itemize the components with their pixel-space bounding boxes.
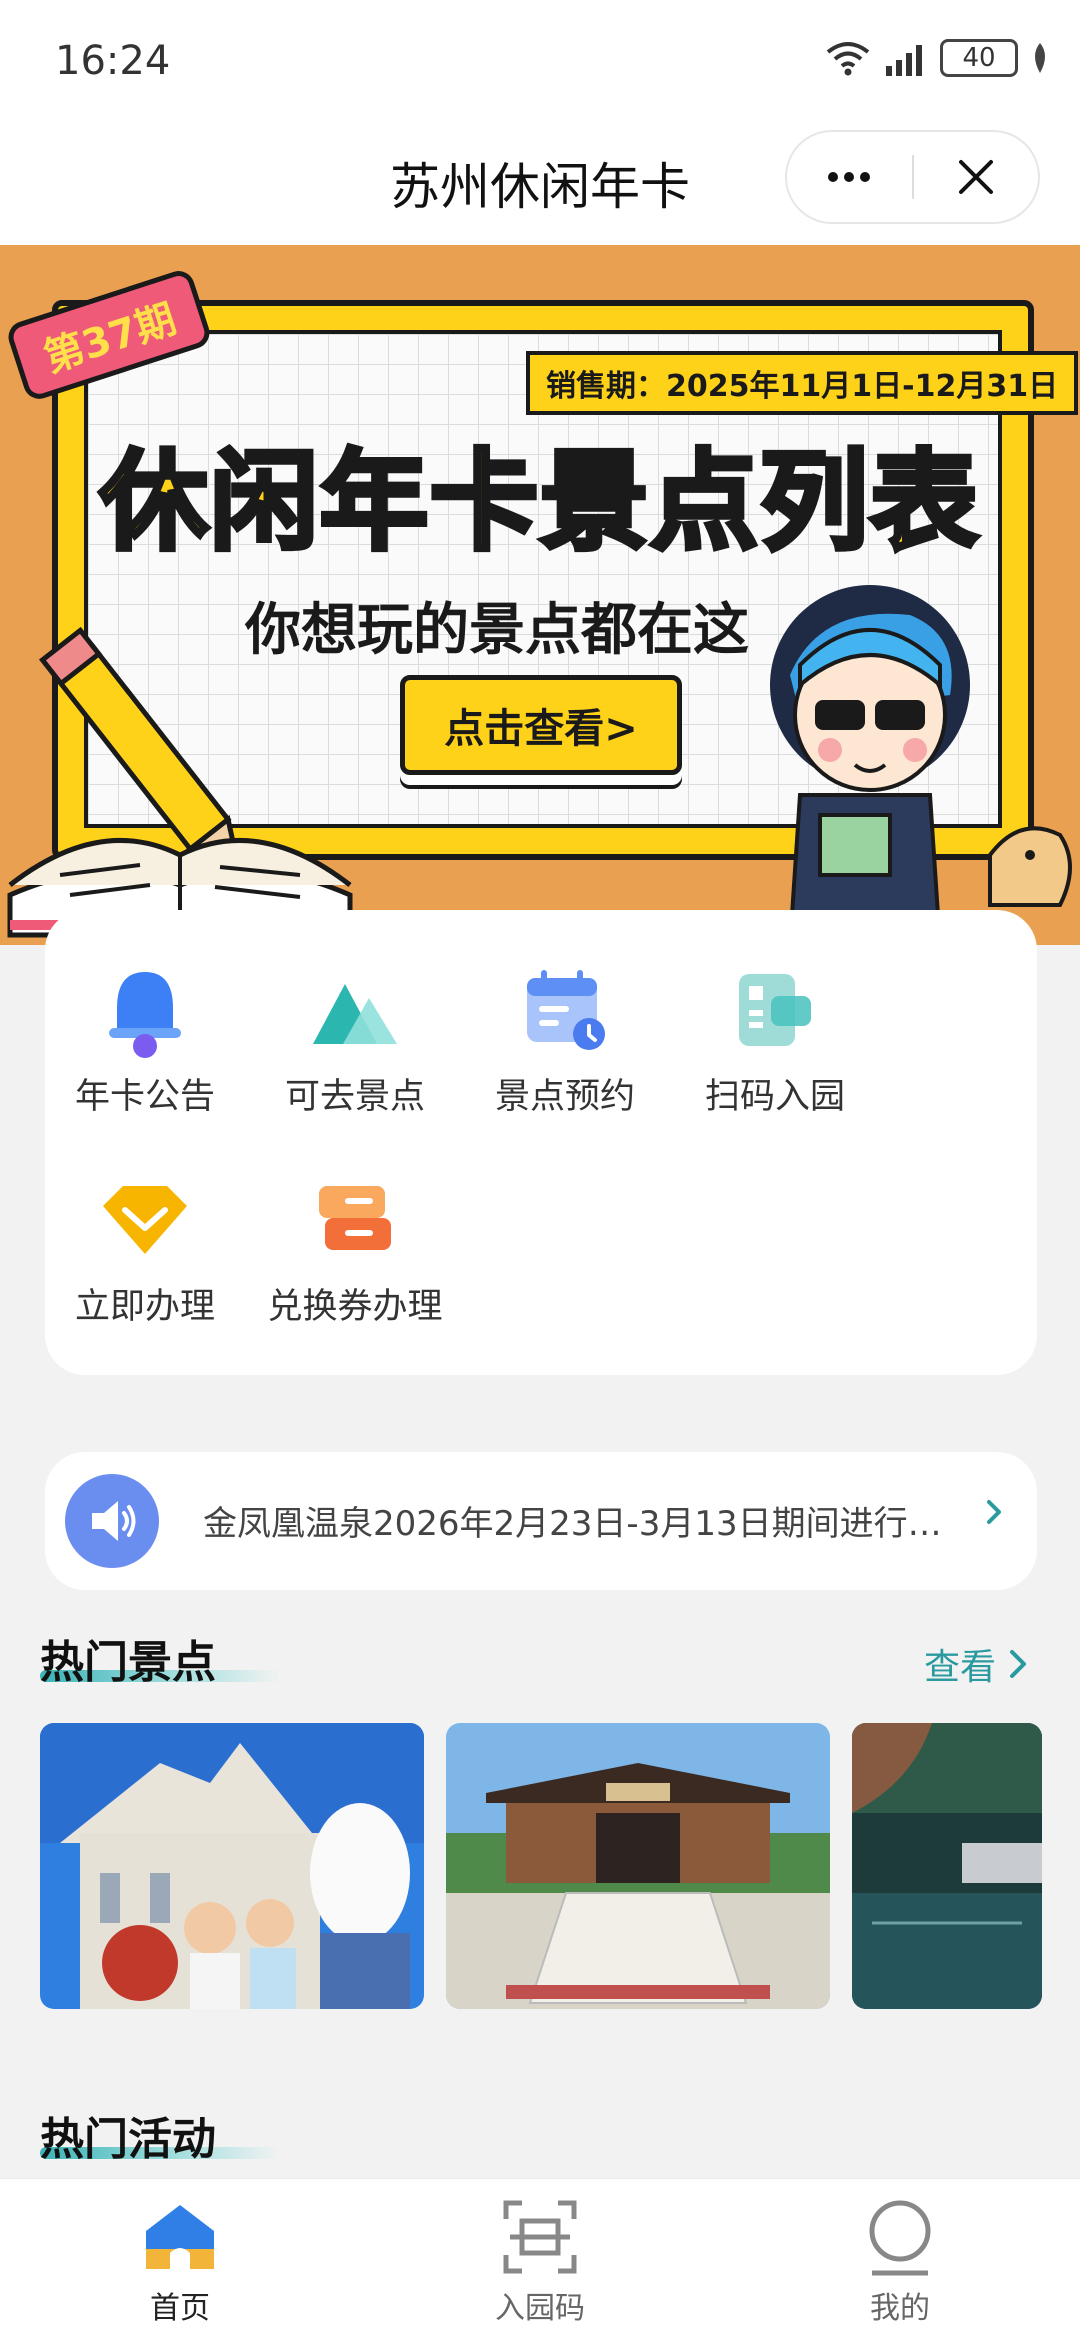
view-more-label: 查看	[923, 1647, 996, 1688]
quick-menu-card: 年卡公告 可去景点 景点预约 扫码入园 立即办理 兑换券办理	[45, 910, 1037, 1375]
diamond-icon	[95, 1170, 195, 1270]
tab-label: 入园码	[495, 2291, 585, 2326]
battery-indicator: 40	[940, 39, 1018, 77]
chevron-right-icon	[983, 1492, 1007, 1536]
hot-events-title: 热门活动	[40, 2114, 216, 2165]
close-icon	[958, 160, 993, 194]
banner-title: 休闲年卡景点列表	[97, 438, 980, 568]
notice-text: 金凤凰温泉2026年2月23日-3月13日期间进行设备检修	[203, 1504, 963, 1544]
bell-icon	[95, 960, 195, 1060]
menu-label: 兑换券办理	[267, 1287, 443, 1327]
menu-item-coupon[interactable]: 兑换券办理	[255, 1170, 455, 1329]
scan-code-icon	[500, 2197, 580, 2277]
status-bar: 16:24 40	[0, 0, 1080, 125]
nav-bar: 苏州休闲年卡	[0, 125, 1080, 245]
menu-label: 年卡公告	[74, 1077, 215, 1117]
hot-spots-title: 热门景点	[40, 1637, 216, 1688]
menu-item-attractions[interactable]: 可去景点	[255, 960, 455, 1119]
boy-character-illustration	[770, 585, 1072, 945]
menu-label: 景点预约	[494, 1077, 635, 1117]
spot-card[interactable]	[40, 1723, 424, 2009]
menu-item-scan-entry[interactable]: 扫码入园	[675, 960, 875, 1119]
spot-photo	[446, 1723, 830, 2009]
user-icon	[860, 2197, 940, 2277]
view-more-link[interactable]: 查看	[924, 1638, 1030, 1690]
menu-item-reservation[interactable]: 景点预约	[465, 960, 665, 1119]
speaker-icon	[65, 1474, 159, 1568]
chevron-right-icon	[1010, 1650, 1026, 1678]
menu-label: 立即办理	[74, 1287, 215, 1327]
tab-home[interactable]: 首页	[80, 2197, 280, 2327]
promo-banner[interactable]: 第37期 销售期：2025年11月1日-12月31日 休闲年卡景点列表 你想玩的…	[0, 245, 1080, 945]
close-button[interactable]	[914, 132, 1039, 222]
banner-view-button[interactable]: 点击查看>	[400, 675, 682, 775]
status-time: 16:24	[55, 38, 171, 84]
notice-bar[interactable]: 金凤凰温泉2026年2月23日-3月13日期间进行设备检修	[45, 1452, 1037, 1590]
home-icon	[140, 2197, 220, 2277]
mini-program-capsule	[785, 130, 1040, 224]
more-icon	[828, 172, 871, 182]
menu-label: 可去景点	[284, 1077, 425, 1117]
bottom-tab-bar: 首页 入园码 我的	[0, 2178, 1080, 2331]
signal-icon	[886, 45, 922, 76]
mountain-icon	[305, 960, 405, 1060]
tab-label: 首页	[150, 2291, 210, 2326]
spot-photo	[852, 1723, 1042, 2009]
calendar-icon	[515, 960, 615, 1060]
spot-card[interactable]	[446, 1723, 830, 2009]
status-icons: 40	[824, 38, 1050, 78]
coupon-icon	[305, 1170, 405, 1270]
wifi-icon	[826, 42, 870, 76]
tab-entry-code[interactable]: 入园码	[440, 2197, 640, 2327]
menu-item-apply-now[interactable]: 立即办理	[45, 1170, 245, 1329]
spot-photo	[40, 1723, 424, 2009]
pencil-book-illustration	[7, 626, 353, 938]
menu-item-announcement[interactable]: 年卡公告	[45, 960, 245, 1119]
more-button[interactable]	[787, 132, 912, 222]
qr-scan-icon	[725, 960, 825, 1060]
menu-label: 扫码入园	[704, 1077, 845, 1117]
tab-label: 我的	[870, 2291, 930, 2326]
tab-profile[interactable]: 我的	[800, 2197, 1000, 2327]
sale-period-tag: 销售期：2025年11月1日-12月31日	[526, 351, 1079, 415]
leaf-icon	[1035, 43, 1045, 73]
spot-card[interactable]	[852, 1723, 1042, 2009]
